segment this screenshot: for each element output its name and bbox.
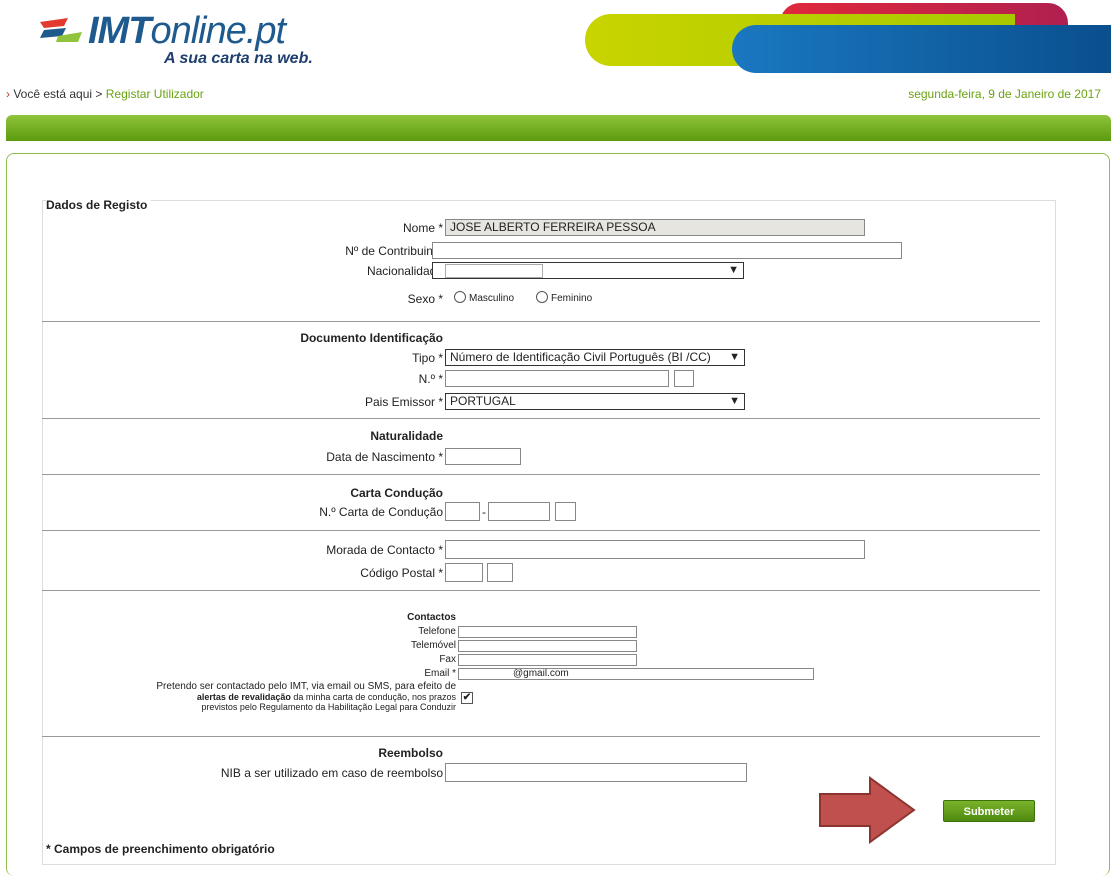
pais-emissor-value: PORTUGAL [450,394,516,408]
brand-tagline: A sua carta na web. [164,50,313,67]
codigo-postal-part1-field[interactable] [445,563,483,582]
divider [42,474,1040,475]
consent-line-1: Pretendo ser contactado pelo IMT, via em… [156,681,456,692]
fax-field[interactable] [458,654,637,666]
documento-title: Documento Identificação [300,331,443,345]
masculino-radio[interactable] [454,291,466,303]
feminino-label: Feminino [551,293,593,304]
brand-name: IMTonline.pt [88,10,286,53]
numero-documento-label: N.º * [418,372,443,386]
codigo-postal-part2-field[interactable] [487,563,513,582]
current-date: segunda-feira, 9 de Janeiro de 2017 [908,87,1101,101]
required-fields-note: * Campos de preenchimento obrigatório [46,842,275,856]
numero-documento-field[interactable] [445,370,669,387]
brand-online: online.pt [150,10,286,52]
email-label: Email * [424,668,456,679]
masculino-label: Masculino [469,293,515,304]
carta-separator: - [482,505,486,519]
divider [42,736,1040,737]
telemovel-field[interactable] [458,640,637,652]
divider [42,530,1040,531]
codigo-postal-label: Código Postal * [360,566,443,580]
header-swoosh-blue [732,25,1111,73]
telemovel-label: Telemóvel [410,640,456,651]
divider [42,418,1040,419]
nome-label: Nome * [402,221,443,235]
tipo-documento-select[interactable]: Número de Identificação Civil Português … [445,349,745,366]
pais-emissor-label: Pais Emissor * [364,395,443,409]
consent-line-2: alertas de revalidação da minha carta de… [156,692,456,702]
brand-imt: IMT [88,10,151,52]
morada-label: Morada de Contacto * [326,543,443,557]
fieldset-legend: Dados de Registo [46,198,152,212]
contribuinte-field[interactable] [432,242,902,259]
telefone-label: Telefone [418,626,456,637]
morada-field[interactable] [445,540,865,559]
carta-numero-label: N.º Carta de Condução [319,505,443,519]
nome-field[interactable]: JOSE ALBERTO FERREIRA PESSOA [445,219,865,236]
contribuinte-label: Nº de Contribuinte [345,244,443,258]
reembolso-title: Reembolso [378,746,443,760]
numero-documento-check-digit-field[interactable] [674,370,694,387]
sexo-label: Sexo * [407,292,443,306]
nib-label: NIB a ser utilizado em caso de reembolso [220,766,443,780]
feminino-radio[interactable] [536,291,548,303]
contactos-title: Contactos [407,612,456,623]
telefone-field[interactable] [458,626,637,638]
email-field[interactable]: @gmail.com [458,668,814,680]
nib-field[interactable] [445,763,747,782]
breadcrumb-arrow-icon: › [6,87,10,101]
consent-text: Pretendo ser contactado pelo IMT, via em… [156,681,456,713]
logo-mark-icon [40,18,82,42]
consent-line-3: previstos pelo Regulamento da Habilitaçã… [201,702,456,712]
imt-logo[interactable]: IMTonline.pt A sua carta na web. [38,10,358,70]
data-nascimento-field[interactable] [445,448,521,465]
carta-number-field[interactable] [488,502,550,521]
data-nascimento-label: Data de Nascimento * [326,450,443,464]
chevron-down-icon: ▼ [729,351,740,363]
nacionalidade-overlay-box [445,264,543,278]
pais-emissor-select[interactable]: PORTUGAL ▼ [445,393,745,410]
carta-prefix-field[interactable] [445,502,480,521]
tipo-documento-value: Número de Identificação Civil Português … [450,350,711,364]
breadcrumb: › Você está aqui > Registar Utilizador [6,87,204,101]
chevron-down-icon: ▼ [729,395,740,407]
carta-title: Carta Condução [350,486,443,500]
fax-label: Fax [439,654,456,665]
carta-digit-field[interactable] [555,502,576,521]
tipo-label: Tipo * [412,351,443,365]
divider [42,590,1040,591]
green-nav-bar [6,115,1111,141]
consent-checkbox[interactable]: ✔ [461,692,473,704]
consent-line-2-rest: da minha carta de condução, nos prazos [290,692,456,702]
right-arrow-icon [819,776,916,844]
chevron-down-icon: ▼ [728,264,739,276]
consent-bold: alertas de revalidação [196,692,291,702]
naturalidade-title: Naturalidade [370,429,443,443]
submit-button[interactable]: Submeter [943,800,1035,822]
divider [42,321,1040,322]
breadcrumb-current[interactable]: Registar Utilizador [106,87,204,101]
breadcrumb-prefix: Você está aqui > [13,87,103,101]
